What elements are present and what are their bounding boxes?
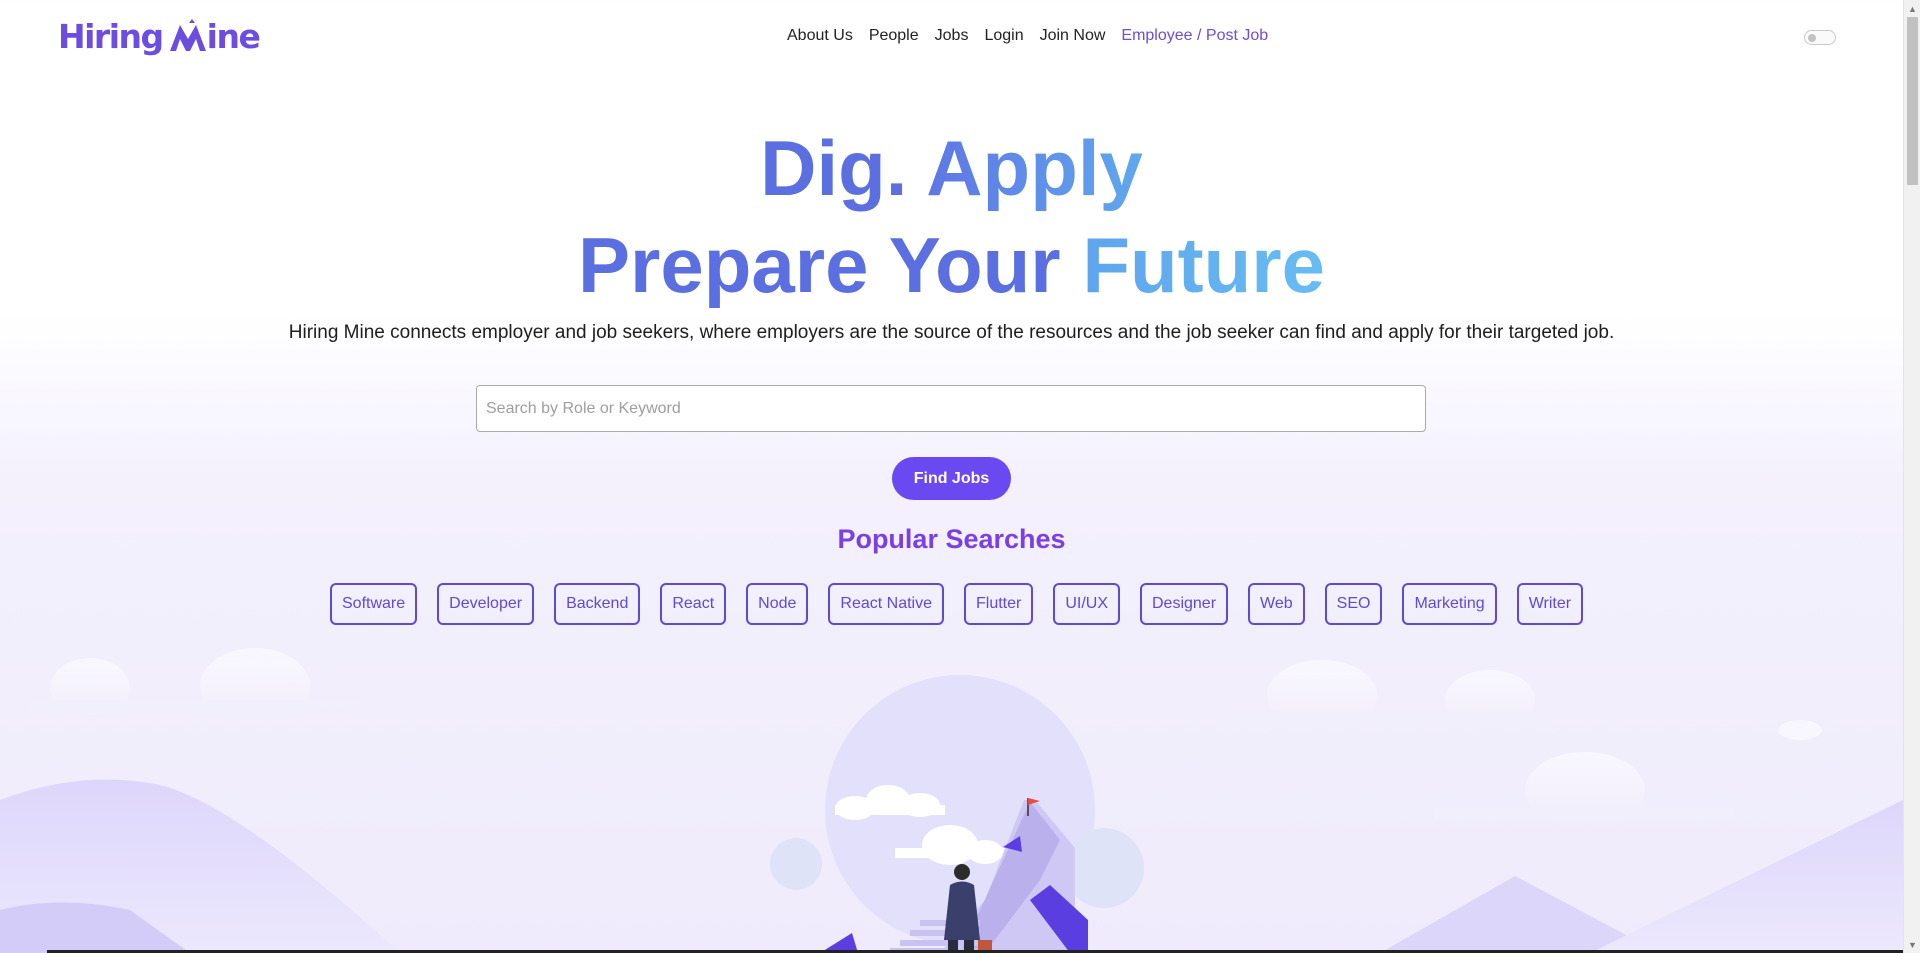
hero-title-line2: Prepare Your Future <box>0 226 1903 304</box>
tag-marketing[interactable]: Marketing <box>1402 583 1497 625</box>
hero-illustration <box>0 648 1903 953</box>
hero-word-dig: Dig. <box>760 124 908 212</box>
theme-toggle[interactable] <box>1804 30 1836 45</box>
popular-searches-title: Popular Searches <box>837 524 1066 554</box>
nav-about-us[interactable]: About Us <box>787 27 853 45</box>
search-box <box>476 385 1426 432</box>
tag-writer[interactable]: Writer <box>1516 583 1584 625</box>
tag-designer[interactable]: Designer <box>1140 583 1229 625</box>
tag-backend[interactable]: Backend <box>554 583 641 625</box>
scroll-down-arrow-icon[interactable]: ▼ <box>1904 936 1920 953</box>
nav-links: About Us People Jobs Login Join Now Empl… <box>787 27 1268 45</box>
hero-word-prepare: Prepare <box>577 221 869 309</box>
tag-node[interactable]: Node <box>746 583 809 625</box>
hero-title-line1: Dig. Apply <box>0 129 1903 207</box>
logo[interactable]: Hiring ine <box>58 14 261 58</box>
tag-developer[interactable]: Developer <box>437 583 535 625</box>
hero-subtitle: Hiring Mine connects employer and job se… <box>288 322 1615 343</box>
tag-ui-ux[interactable]: UI/UX <box>1053 583 1120 625</box>
scrollbar-thumb[interactable] <box>1907 17 1918 185</box>
logo-mountain-icon <box>169 19 207 53</box>
tag-seo[interactable]: SEO <box>1324 583 1383 625</box>
hero-word-your: Your <box>888 221 1061 309</box>
scroll-up-arrow-icon[interactable]: ▲ <box>1904 0 1920 17</box>
hero-word-apply: Apply <box>926 124 1143 212</box>
tag-web[interactable]: Web <box>1248 583 1305 625</box>
navbar: Hiring ine About Us People Jobs Login Jo… <box>0 0 1903 75</box>
tag-software[interactable]: Software <box>330 583 418 625</box>
find-jobs-button[interactable]: Find Jobs <box>892 457 1011 500</box>
search-input[interactable] <box>477 386 1425 431</box>
nav-jobs[interactable]: Jobs <box>935 27 969 45</box>
nav-people[interactable]: People <box>869 27 919 45</box>
vertical-scrollbar[interactable]: ▲ ▼ <box>1903 0 1920 953</box>
tag-flutter[interactable]: Flutter <box>963 583 1034 625</box>
logo-text-left: Hiring <box>58 16 164 56</box>
popular-tags: Software Developer Backend React Node Re… <box>330 583 1584 625</box>
hero-word-future: Future <box>1082 221 1325 309</box>
tag-react[interactable]: React <box>660 583 727 625</box>
logo-text-right: ine <box>206 16 261 56</box>
nav-join-now[interactable]: Join Now <box>1040 27 1106 45</box>
tag-react-native[interactable]: React Native <box>828 583 944 625</box>
right-mountain <box>1590 800 1903 953</box>
theme-toggle-knob <box>1808 34 1816 42</box>
nav-login[interactable]: Login <box>984 27 1023 45</box>
nav-employee-post-job[interactable]: Employee / Post Job <box>1121 27 1268 45</box>
